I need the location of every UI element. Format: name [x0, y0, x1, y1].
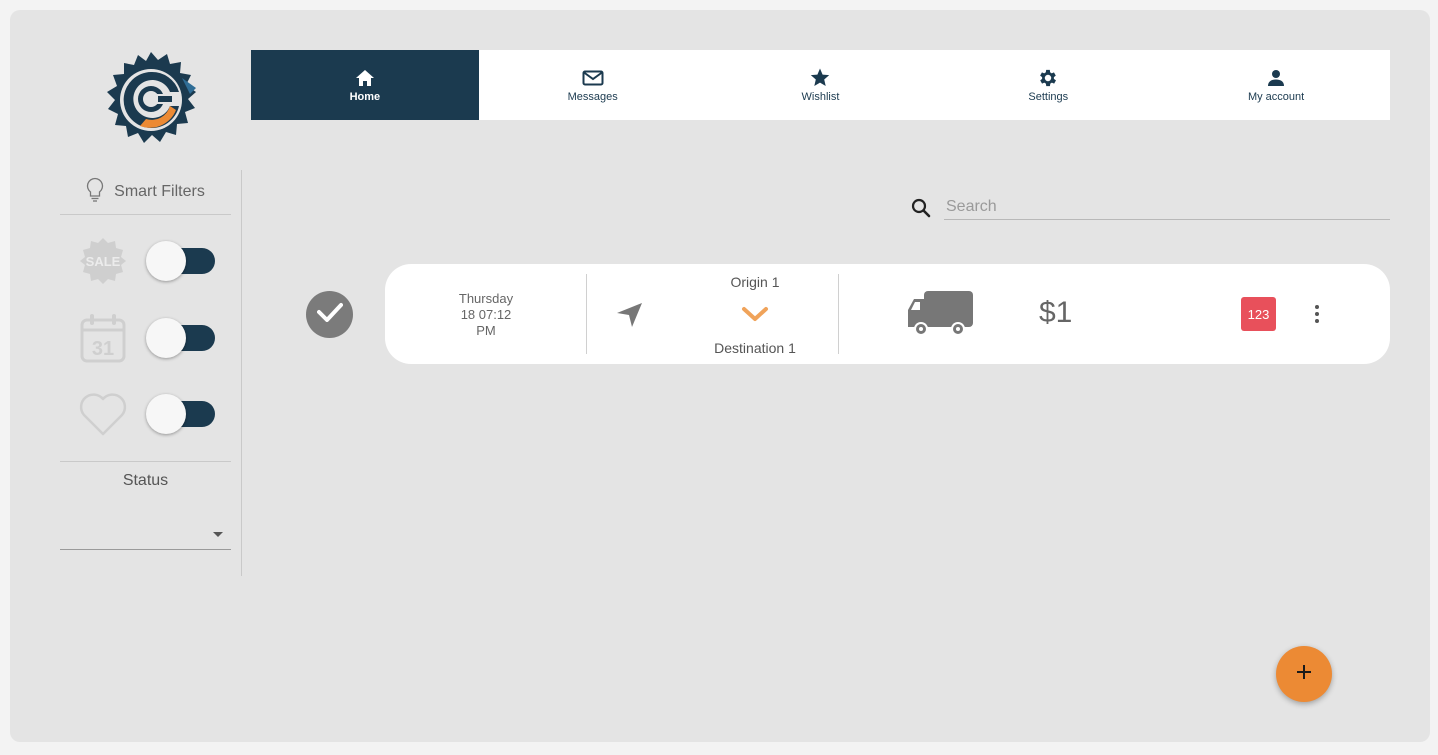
nav-item-wishlist[interactable]: Wishlist: [707, 50, 935, 120]
sale-badge-icon: SALE: [78, 236, 128, 286]
envelope-icon: [582, 67, 604, 89]
nav-item-home[interactable]: Home: [251, 50, 479, 120]
brand-logo: [100, 48, 202, 152]
nav-item-my-account[interactable]: My account: [1162, 50, 1390, 120]
search-icon: [910, 197, 932, 219]
nav-item-label: Wishlist: [801, 90, 840, 103]
navigation-arrow-icon: [613, 299, 645, 331]
gear-icon: [1037, 67, 1059, 89]
sidebar-divider: [60, 461, 231, 462]
top-nav: Home Messages Wishlist Settings My accou…: [251, 50, 1390, 120]
add-button[interactable]: [1276, 646, 1332, 702]
nav-item-settings[interactable]: Settings: [934, 50, 1162, 120]
toggle-knob: [146, 394, 186, 434]
search-input[interactable]: [944, 194, 1390, 220]
sale-filter-toggle[interactable]: [146, 241, 218, 281]
filter-row-date: 31: [78, 313, 218, 363]
nav-item-messages[interactable]: Messages: [479, 50, 707, 120]
shipment-day: Thursday: [458, 291, 514, 306]
shipment-date: Thursday 18 07:12 PM: [425, 291, 547, 339]
more-options-button[interactable]: [1307, 302, 1327, 326]
filter-row-favorites: [78, 389, 218, 439]
shipment-origin: Origin 1: [730, 274, 780, 290]
card-divider: [838, 274, 839, 354]
sale-badge-text: SALE: [86, 254, 121, 269]
favorites-filter-toggle[interactable]: [146, 394, 218, 434]
toggle-knob: [146, 318, 186, 358]
kebab-dot: [1315, 319, 1319, 323]
shipment-datetime: 18 07:12: [460, 307, 512, 322]
date-filter-toggle[interactable]: [146, 318, 218, 358]
status-select[interactable]: [60, 514, 231, 550]
calendar-icon: 31: [78, 313, 128, 363]
shipment-select-checkbox[interactable]: [306, 291, 353, 338]
smart-filters-label: Smart Filters: [114, 183, 205, 200]
kebab-dot: [1315, 312, 1319, 316]
count-badge: 123: [1241, 297, 1276, 331]
filter-row-sale: SALE: [78, 236, 218, 286]
truck-icon: [905, 288, 975, 340]
nav-item-label: Messages: [567, 90, 618, 103]
person-icon: [1265, 67, 1287, 89]
filters-sidebar: Smart Filters SALE 31 Status: [60, 170, 242, 576]
caret-down-icon: [213, 532, 223, 537]
shipment-card[interactable]: Thursday 18 07:12 PM Origin 1 Destinatio…: [385, 264, 1390, 364]
card-divider: [586, 274, 587, 354]
star-icon: [809, 67, 831, 89]
nav-item-label: My account: [1247, 90, 1305, 103]
plus-icon: [1295, 663, 1313, 686]
home-icon: [354, 67, 376, 89]
toggle-knob: [146, 241, 186, 281]
lightbulb-icon: [86, 177, 104, 208]
status-label: Status: [122, 472, 169, 489]
chevron-down-icon: [740, 304, 770, 324]
nav-item-label: Home: [349, 90, 381, 103]
nav-item-label: Settings: [1028, 90, 1069, 103]
shipment-destination: Destination 1: [714, 340, 796, 356]
kebab-dot: [1315, 305, 1319, 309]
shipment-price: $1: [1039, 296, 1073, 329]
checkmark-icon: [316, 302, 343, 327]
calendar-day-text: 31: [92, 338, 114, 360]
shipment-ampm: PM: [476, 323, 496, 338]
heart-icon: [78, 389, 128, 439]
smart-filters-header: Smart Filters: [60, 170, 231, 215]
